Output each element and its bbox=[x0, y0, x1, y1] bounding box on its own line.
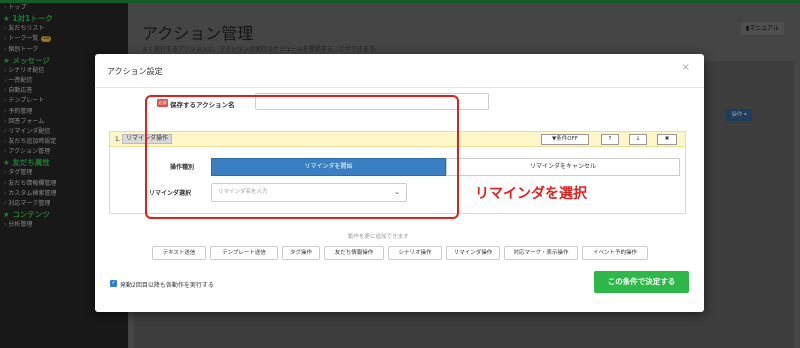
condition-button-label: 条件OFF bbox=[556, 136, 578, 142]
highlight-box bbox=[145, 95, 459, 219]
modal-title: アクション設定 bbox=[107, 67, 163, 76]
add-action-button[interactable]: イベント予約操作 bbox=[582, 246, 648, 260]
add-action-button[interactable]: 対応マーク・表示操作 bbox=[504, 246, 578, 260]
add-action-button[interactable]: 友だち情報操作 bbox=[324, 246, 384, 260]
move-up-button[interactable]: ↑ bbox=[601, 134, 619, 145]
action-number: 1. bbox=[115, 136, 121, 143]
repeat-checkbox-label: 発動2回目以降も各動作を実行する bbox=[120, 282, 214, 289]
add-action-button[interactable]: シナリオ操作 bbox=[388, 246, 442, 260]
condition-off-button[interactable]: ▼条件OFF bbox=[541, 134, 589, 145]
add-actions-label: 動作を更に追加できます bbox=[348, 234, 409, 240]
delete-action-button[interactable]: ✖ bbox=[657, 134, 677, 145]
add-action-button[interactable]: リマインダ操作 bbox=[446, 246, 500, 260]
add-action-button[interactable]: テンプレート送信 bbox=[210, 246, 278, 260]
add-action-button[interactable]: タグ操作 bbox=[282, 246, 320, 260]
move-down-button[interactable]: ↓ bbox=[629, 134, 647, 145]
repeat-checkbox[interactable]: ✓ bbox=[110, 280, 117, 287]
close-icon[interactable]: × bbox=[682, 62, 690, 73]
modal-divider bbox=[95, 87, 704, 88]
submit-condition-button[interactable]: この条件で決定する bbox=[594, 271, 689, 293]
add-action-button[interactable]: テキスト送信 bbox=[152, 246, 206, 260]
cancel-reminder-button[interactable]: リマインダをキャンセル bbox=[446, 158, 680, 176]
annotation-text: リマインダを選択 bbox=[475, 186, 587, 202]
